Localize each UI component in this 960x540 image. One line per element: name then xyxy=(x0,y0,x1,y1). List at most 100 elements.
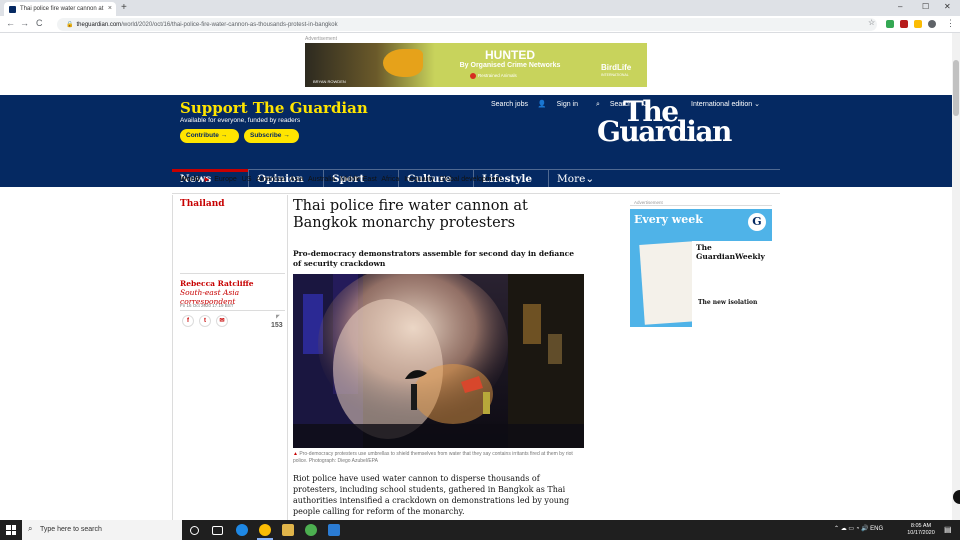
taskbar-clock[interactable]: 8:05 AM 10/17/2020 xyxy=(904,523,938,537)
ad-headline: HUNTED xyxy=(485,48,535,62)
center-column-border xyxy=(287,195,288,520)
system-tray: ⌃ ☁ ▭ ◔ 🔊 ENG xyxy=(834,525,883,532)
outlook-icon[interactable] xyxy=(328,524,340,536)
lock-icon: 🔒 xyxy=(66,22,74,28)
subnav-divider xyxy=(172,193,780,194)
taskbar-search-input[interactable]: ⌕ Type here to search xyxy=(22,520,182,540)
subnav-australia[interactable]: Australia xyxy=(308,176,335,183)
profile-avatar[interactable] xyxy=(928,20,936,28)
taskbar-search-placeholder: Type here to search xyxy=(40,526,102,533)
clock-time: 8:05 AM xyxy=(910,523,932,529)
ad-photo-credit: BRYAN ROWDEN xyxy=(313,79,346,84)
support-title: Support The Guardian xyxy=(180,99,368,117)
magazine-masthead: The GuardianWeekly xyxy=(696,243,765,261)
article-main-photo[interactable] xyxy=(293,274,584,448)
subnav-americas[interactable]: Americas xyxy=(256,176,285,183)
close-tab-icon[interactable]: × xyxy=(108,5,112,12)
maximize-button[interactable]: ☐ xyxy=(922,2,929,11)
right-ad-title: Every week xyxy=(634,213,703,226)
photo-caption: ▲ Pro-democracy protesters use umbrellas… xyxy=(293,451,573,464)
ad-partner-logo-icon xyxy=(470,73,476,79)
sub-nav-links: World ▶ Europe US Americas Asia Australi… xyxy=(180,176,504,183)
byline[interactable]: Rebecca Ratcliffe South-east Asia corres… xyxy=(180,279,280,306)
line-app-icon[interactable] xyxy=(305,524,317,536)
comments-count[interactable]: 153 xyxy=(271,322,283,329)
browser-tab[interactable]: Thai police fire water cannon at × xyxy=(4,2,116,16)
url-path: /world/2020/oct/16/thai-police-fire-wate… xyxy=(121,22,338,28)
article-date: Fri 16 Oct 2020 17.19 BST xyxy=(180,303,234,308)
subnav-europe[interactable]: Europe xyxy=(214,176,237,183)
windows-start-icon[interactable] xyxy=(6,525,16,535)
comments-icon[interactable]: ◤ xyxy=(276,314,280,320)
guardian-weekly-ad[interactable]: Every week G The GuardianWeekly The new … xyxy=(630,209,772,327)
ad-partner: Restrained Animals xyxy=(470,73,517,79)
new-tab-button[interactable]: + xyxy=(121,2,127,13)
email-share-icon[interactable]: ✉ xyxy=(216,315,228,327)
subscribe-button[interactable]: Subscribe → xyxy=(244,129,299,143)
chat-widget-icon[interactable] xyxy=(953,490,960,504)
address-bar-row: ← → C 🔒 theguardian.com/world/2020/oct/16… xyxy=(0,16,960,33)
wifi-icon[interactable]: ◔ xyxy=(856,526,860,532)
minimize-button[interactable]: – xyxy=(898,2,902,11)
meta-divider xyxy=(180,273,285,274)
tab-title: Thai police fire water cannon at xyxy=(20,6,104,12)
sign-in-link[interactable]: 👤 Sign in xyxy=(538,101,586,108)
subnav-inequality[interactable]: Inequality xyxy=(404,176,434,183)
extension-icon-1[interactable] xyxy=(886,20,894,28)
support-subtitle: Available for everyone, funded by reader… xyxy=(180,117,301,124)
forward-button[interactable]: → xyxy=(20,18,29,28)
bookmark-star-icon[interactable]: ☆ xyxy=(868,18,875,27)
battery-icon[interactable]: ▭ xyxy=(848,526,854,532)
contribute-button[interactable]: Contribute → xyxy=(180,129,239,143)
share-divider xyxy=(180,310,285,311)
pillar-more[interactable]: More⌄ xyxy=(548,170,608,187)
volume-icon[interactable]: 🔊 xyxy=(861,526,868,532)
page-scrollbar-thumb[interactable] xyxy=(953,60,959,116)
cortana-icon[interactable] xyxy=(190,526,199,535)
search-jobs-link[interactable]: Search jobs xyxy=(491,101,528,108)
url-input[interactable]: 🔒 theguardian.com/world/2020/oct/16/thai-… xyxy=(57,18,877,31)
subnav-arrow-icon: ▶ xyxy=(204,177,210,183)
protest-photo-illustration xyxy=(293,274,584,448)
guardian-logo-line2[interactable]: Guardian xyxy=(597,115,732,148)
edge-icon[interactable] xyxy=(236,524,248,536)
subnav-us[interactable]: US xyxy=(242,176,252,183)
web-page: Advertisement HUNTED By Organised Crime … xyxy=(0,33,952,520)
reload-button[interactable]: C xyxy=(36,18,43,28)
caption-triangle-icon: ▲ xyxy=(293,451,298,457)
language-indicator[interactable]: ENG xyxy=(870,526,883,532)
facebook-share-icon[interactable]: f xyxy=(182,315,194,327)
right-ad-divider xyxy=(630,205,772,206)
twitter-share-icon[interactable]: t xyxy=(199,315,211,327)
chrome-icon[interactable] xyxy=(257,524,273,540)
magazine-cover: The GuardianWeekly The new isolation xyxy=(692,241,772,327)
subnav-world[interactable]: World xyxy=(180,176,200,183)
back-button[interactable]: ← xyxy=(6,18,15,28)
subnav-africa[interactable]: Africa xyxy=(381,176,399,183)
edition-selector[interactable]: International edition ⌄ xyxy=(691,100,760,108)
guardian-g-logo-icon: G xyxy=(748,213,766,231)
section-kicker[interactable]: Thailand xyxy=(180,199,225,209)
extension-icon-3[interactable] xyxy=(914,20,922,28)
clock-date: 10/17/2020 xyxy=(907,530,935,536)
close-window-button[interactable]: ✕ xyxy=(944,2,951,11)
article-headline: Thai police fire water cannon at Bangkok… xyxy=(293,198,528,231)
extension-icon-2[interactable] xyxy=(900,20,908,28)
subnav-asia[interactable]: Asia xyxy=(290,176,304,183)
notifications-icon[interactable]: ▤ xyxy=(944,525,952,534)
ad-logo: BirdLife xyxy=(601,63,632,72)
chevron-up-icon[interactable]: ⌃ xyxy=(834,526,839,532)
browser-tab-bar: Thai police fire water cannon at × + – ☐… xyxy=(0,0,960,16)
top-ad-banner[interactable]: HUNTED By Organised Crime Networks Restr… xyxy=(305,43,647,87)
subnav-global-development[interactable]: Global development xyxy=(439,176,501,183)
chevron-down-icon: ⌄ xyxy=(754,101,760,108)
chevron-down-icon: ⌄ xyxy=(585,173,595,185)
browser-menu-icon[interactable]: ⋮ xyxy=(946,18,955,29)
guardian-header: Support The Guardian Available for every… xyxy=(0,95,952,169)
cloud-icon[interactable]: ☁ xyxy=(841,526,847,532)
subnav-middle-east[interactable]: Middle East xyxy=(340,176,377,183)
ad-label: Advertisement xyxy=(305,36,337,42)
file-explorer-icon[interactable] xyxy=(282,524,294,536)
task-view-icon[interactable] xyxy=(212,526,223,535)
windows-taskbar: ⌕ Type here to search ⌃ ☁ ▭ ◔ 🔊 ENG 8:05… xyxy=(0,520,960,540)
